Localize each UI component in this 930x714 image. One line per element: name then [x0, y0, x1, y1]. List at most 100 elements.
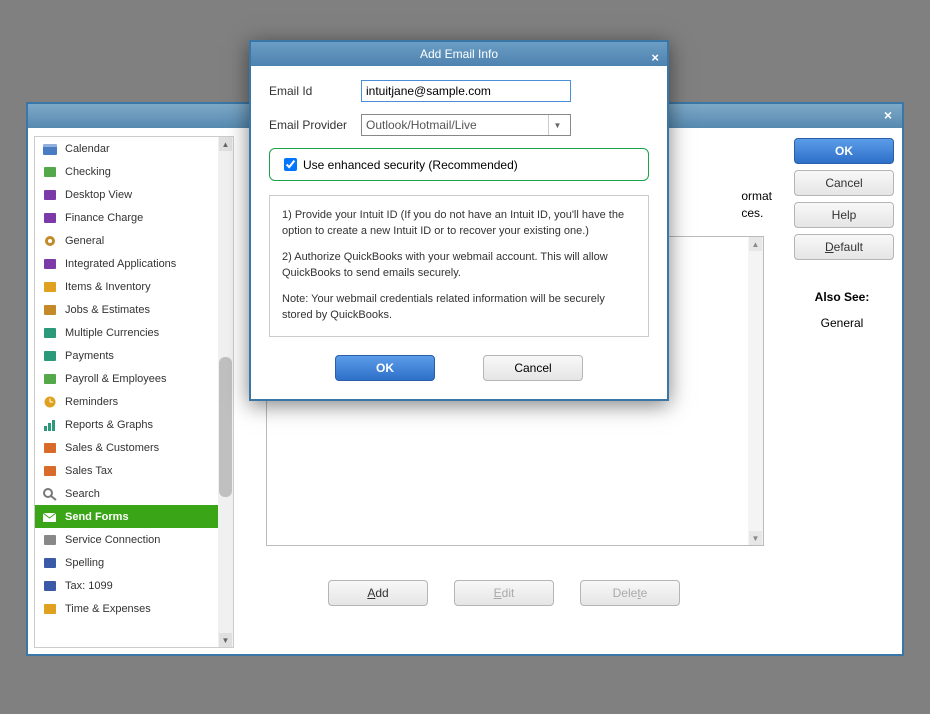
peek-line1: ormat — [741, 189, 772, 203]
close-icon[interactable]: × — [880, 108, 896, 124]
sidebar-item-label: Jobs & Estimates — [65, 304, 150, 316]
also-see-label: Also See: — [794, 290, 890, 304]
time-icon — [41, 601, 59, 617]
chart-icon — [41, 417, 59, 433]
dialog-cancel-button[interactable]: Cancel — [483, 355, 583, 381]
sidebar-item-items-inventory[interactable]: Items & Inventory — [35, 275, 233, 298]
sidebar-item-label: Service Connection — [65, 534, 160, 546]
ok-button[interactable]: OK — [794, 138, 894, 164]
scroll-up-icon[interactable]: ▲ — [219, 137, 232, 151]
sidebar-item-service-connection[interactable]: Service Connection — [35, 528, 233, 551]
sidebar-item-reminders[interactable]: Reminders — [35, 390, 233, 413]
sidebar-item-label: Items & Inventory — [65, 281, 151, 293]
sidebar-item-payroll-employees[interactable]: Payroll & Employees — [35, 367, 233, 390]
security-info-box: 1) Provide your Intuit ID (If you do not… — [269, 195, 649, 337]
clock-icon — [41, 394, 59, 410]
right-panel: OK Cancel Help Default Also See: General — [782, 128, 902, 656]
sidebar-item-label: Tax: 1099 — [65, 580, 113, 592]
sidebar-item-reports-graphs[interactable]: Reports & Graphs — [35, 413, 233, 436]
sidebar-item-label: Multiple Currencies — [65, 327, 159, 339]
sidebar-item-integrated-applications[interactable]: Integrated Applications — [35, 252, 233, 275]
sidebar-item-label: Checking — [65, 166, 111, 178]
list-scroll-down-icon[interactable]: ▼ — [749, 531, 762, 545]
sidebar-item-label: Sales & Customers — [65, 442, 159, 454]
gear-icon — [41, 233, 59, 249]
dialog-ok-button[interactable]: OK — [335, 355, 435, 381]
delete-button[interactable]: Delete — [580, 580, 680, 606]
tax-icon — [41, 463, 59, 479]
sidebar-item-sales-tax[interactable]: Sales Tax — [35, 459, 233, 482]
sidebar-item-tax-1099[interactable]: Tax: 1099 — [35, 574, 233, 597]
sidebar-item-general[interactable]: General — [35, 229, 233, 252]
sidebar-item-time-expenses[interactable]: Time & Expenses — [35, 597, 233, 620]
help-button[interactable]: Help — [794, 202, 894, 228]
sidebar-item-finance-charge[interactable]: Finance Charge — [35, 206, 233, 229]
sidebar-item-label: Finance Charge — [65, 212, 143, 224]
dialog-close-icon[interactable]: × — [651, 46, 659, 70]
info-step-1: 1) Provide your Intuit ID (If you do not… — [282, 208, 636, 240]
dialog-title: Add Email Info — [420, 47, 498, 61]
dialog-titlebar: Add Email Info × — [251, 42, 667, 66]
sidebar-item-payments[interactable]: Payments — [35, 344, 233, 367]
sidebar-item-checking[interactable]: Checking — [35, 160, 233, 183]
apps-icon — [41, 256, 59, 272]
info-note: Note: Your webmail credentials related i… — [282, 292, 636, 324]
scroll-down-icon[interactable]: ▼ — [219, 633, 232, 647]
email-provider-label: Email Provider — [269, 118, 361, 132]
currency-icon — [41, 325, 59, 341]
inventory-icon — [41, 279, 59, 295]
percent-icon — [41, 210, 59, 226]
email-provider-select[interactable]: Outlook/Hotmail/Live ▼ — [361, 114, 571, 136]
sidebar-item-label: Payroll & Employees — [65, 373, 167, 385]
sidebar-item-label: Send Forms — [65, 511, 129, 523]
calendar-icon — [41, 141, 59, 157]
sidebar-item-sales-customers[interactable]: Sales & Customers — [35, 436, 233, 459]
chevron-down-icon: ▼ — [548, 115, 566, 135]
add-email-info-dialog: Add Email Info × Email Id Email Provider… — [249, 40, 669, 401]
payments-icon — [41, 348, 59, 364]
sidebar-item-send-forms[interactable]: Send Forms — [35, 505, 233, 528]
sidebar-item-search[interactable]: Search — [35, 482, 233, 505]
sidebar-scrollbar[interactable]: ▲ ▼ — [218, 137, 233, 647]
enhanced-security-box: Use enhanced security (Recommended) — [269, 148, 649, 181]
payroll-icon — [41, 371, 59, 387]
add-button[interactable]: Add — [328, 580, 428, 606]
sidebar-item-desktop-view[interactable]: Desktop View — [35, 183, 233, 206]
sidebar-item-calendar[interactable]: Calendar — [35, 137, 233, 160]
email-id-label: Email Id — [269, 84, 361, 98]
partial-background-text: ormat ces. — [741, 188, 772, 222]
email-id-input[interactable] — [361, 80, 571, 102]
sidebar-item-label: Sales Tax — [65, 465, 113, 477]
desktop-icon — [41, 187, 59, 203]
send-icon — [41, 509, 59, 525]
service-icon — [41, 532, 59, 548]
list-scroll-up-icon[interactable]: ▲ — [749, 237, 762, 251]
tax1099-icon — [41, 578, 59, 594]
sales-icon — [41, 440, 59, 456]
list-scrollbar[interactable]: ▲ ▼ — [748, 237, 763, 545]
scrollbar-thumb[interactable] — [219, 357, 232, 497]
edit-button[interactable]: Edit — [454, 580, 554, 606]
sidebar-item-label: General — [65, 235, 104, 247]
peek-line2: ces. — [741, 206, 763, 220]
sidebar-item-label: Desktop View — [65, 189, 132, 201]
default-button[interactable]: Default — [794, 234, 894, 260]
enhanced-security-checkbox[interactable] — [284, 158, 297, 171]
sidebar-item-jobs-estimates[interactable]: Jobs & Estimates — [35, 298, 233, 321]
cancel-button[interactable]: Cancel — [794, 170, 894, 196]
search-icon — [41, 486, 59, 502]
also-see-value: General — [794, 316, 890, 330]
info-step-2: 2) Authorize QuickBooks with your webmai… — [282, 250, 636, 282]
sidebar-item-label: Payments — [65, 350, 114, 362]
provider-selected-value: Outlook/Hotmail/Live — [366, 118, 477, 132]
enhanced-security-label: Use enhanced security (Recommended) — [303, 158, 518, 172]
sidebar-item-label: Spelling — [65, 557, 104, 569]
sidebar-item-label: Reports & Graphs — [65, 419, 153, 431]
sidebar-item-label: Reminders — [65, 396, 118, 408]
sidebar-item-spelling[interactable]: Spelling — [35, 551, 233, 574]
sidebar-item-label: Time & Expenses — [65, 603, 151, 615]
sidebar-item-label: Search — [65, 488, 100, 500]
sidebar-item-multiple-currencies[interactable]: Multiple Currencies — [35, 321, 233, 344]
sidebar-item-label: Calendar — [65, 143, 110, 155]
jobs-icon — [41, 302, 59, 318]
